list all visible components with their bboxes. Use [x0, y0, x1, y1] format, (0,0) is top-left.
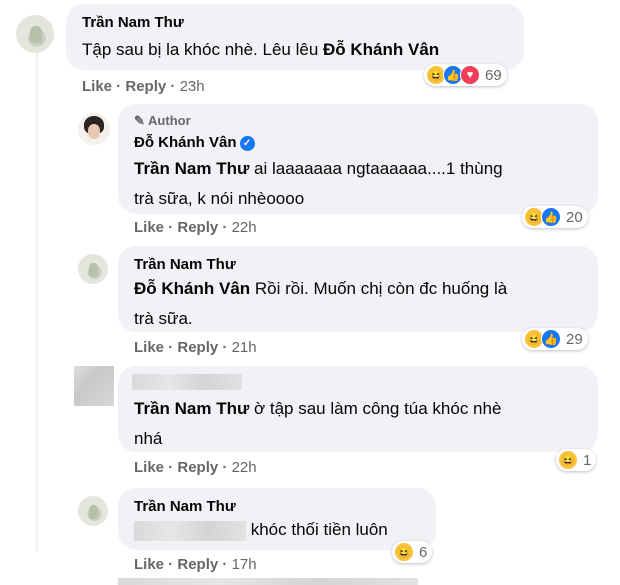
comment-text: khóc thối tiền luôn [134, 515, 388, 545]
reply-button[interactable]: Reply [177, 339, 218, 356]
reply-button[interactable]: Reply [125, 78, 166, 95]
like-button[interactable]: Like [134, 556, 164, 573]
comment-body-line2: nhá [134, 429, 163, 448]
comment-author-name[interactable]: Trần Nam Thư [134, 498, 236, 515]
reaction-count: 1 [583, 451, 592, 469]
comment-actions: Like · Reply · 17h [134, 556, 257, 573]
author-name-text[interactable]: Đỗ Khánh Vân [134, 134, 237, 151]
comment-author-name[interactable]: Trần Nam Thư [82, 14, 184, 31]
like-button[interactable]: Like [134, 339, 164, 356]
reply-button[interactable]: Reply [177, 556, 218, 573]
comment-actions: Like · Reply · 23h [82, 78, 205, 95]
avatar[interactable] [16, 15, 54, 53]
comment-actions: Like · Reply · 22h [134, 219, 257, 236]
like-icon: 👍 [541, 329, 561, 349]
reaction-summary[interactable]: 😆 6 [392, 541, 433, 563]
timestamp[interactable]: 21h [232, 339, 257, 356]
mention-tag[interactable]: Trần Nam Thư [134, 159, 249, 178]
comment-body: Rồi rồi. Muốn chị còn đc huống là [250, 279, 508, 298]
love-icon: ♥ [460, 65, 480, 85]
comment-text: Trần Nam Thư ai laaaaaaa ngtaaaaaa....1 … [134, 154, 503, 214]
timestamp[interactable]: 22h [232, 459, 257, 476]
avatar[interactable] [78, 496, 108, 526]
haha-icon: 😆 [394, 542, 414, 562]
comment-body-line2: trà sữa. [134, 309, 193, 328]
comment-actions: Like · Reply · 21h [134, 339, 257, 356]
mention-tag[interactable]: Đỗ Khánh Vân [134, 279, 250, 298]
author-label: Author [148, 113, 191, 128]
haha-icon: 😆 [558, 450, 578, 470]
avatar[interactable] [74, 366, 114, 406]
reply-button[interactable]: Reply [177, 459, 218, 476]
reaction-count: 20 [566, 208, 583, 226]
reaction-summary[interactable]: 😆 👍 29 [522, 328, 588, 350]
blurred-author-name [132, 374, 242, 390]
comment-text: Trần Nam Thư ờ tập sau làm công túa khóc… [134, 394, 501, 454]
comment-actions: Like · Reply · 22h [134, 459, 257, 476]
reaction-summary[interactable]: 😆 👍 ♥ 69 [424, 64, 507, 86]
comment-text: Đỗ Khánh Vân Rồi rồi. Muốn chị còn đc hu… [134, 274, 507, 334]
pencil-icon: ✎ [134, 113, 145, 128]
like-button[interactable]: Like [134, 219, 164, 236]
blurred-mention [134, 520, 246, 541]
reaction-summary[interactable]: 😆 1 [556, 449, 597, 471]
next-comment-preview [118, 578, 418, 585]
mention-tag[interactable]: Đỗ Khánh Vân [323, 40, 439, 59]
reaction-count: 29 [566, 330, 583, 348]
comment-body: khóc thối tiền luôn [246, 520, 388, 539]
reaction-summary[interactable]: 😆 👍 20 [522, 206, 588, 228]
mention-tag[interactable]: Trần Nam Thư [134, 399, 249, 418]
comment-body: ờ tập sau làm công túa khóc nhè [249, 399, 502, 418]
timestamp[interactable]: 22h [232, 219, 257, 236]
comment-text: Tập sau bị la khóc nhè. Lêu lêu Đỗ Khánh… [82, 35, 439, 65]
thread-connector [36, 52, 38, 552]
comment-author-name[interactable]: Trần Nam Thư [134, 256, 236, 273]
avatar[interactable] [78, 254, 108, 284]
like-button[interactable]: Like [82, 78, 112, 95]
like-button[interactable]: Like [134, 459, 164, 476]
avatar[interactable] [78, 113, 110, 145]
timestamp[interactable]: 17h [232, 556, 257, 573]
timestamp[interactable]: 23h [180, 78, 205, 95]
reaction-count: 69 [485, 66, 502, 84]
comment-author-name[interactable]: Đỗ Khánh Vân ✓ [134, 134, 255, 151]
reaction-count: 6 [419, 543, 428, 561]
author-badge: ✎ Author [134, 113, 191, 129]
verified-badge-icon: ✓ [239, 136, 255, 151]
comment-body-line2: trà sữa, k nói nhèoooo [134, 189, 305, 208]
comment-body: ai laaaaaaa ngtaaaaaa....1 thùng [249, 159, 503, 178]
comment-body: Tập sau bị la khóc nhè. Lêu lêu [82, 40, 323, 59]
reply-button[interactable]: Reply [177, 219, 218, 236]
like-icon: 👍 [541, 207, 561, 227]
